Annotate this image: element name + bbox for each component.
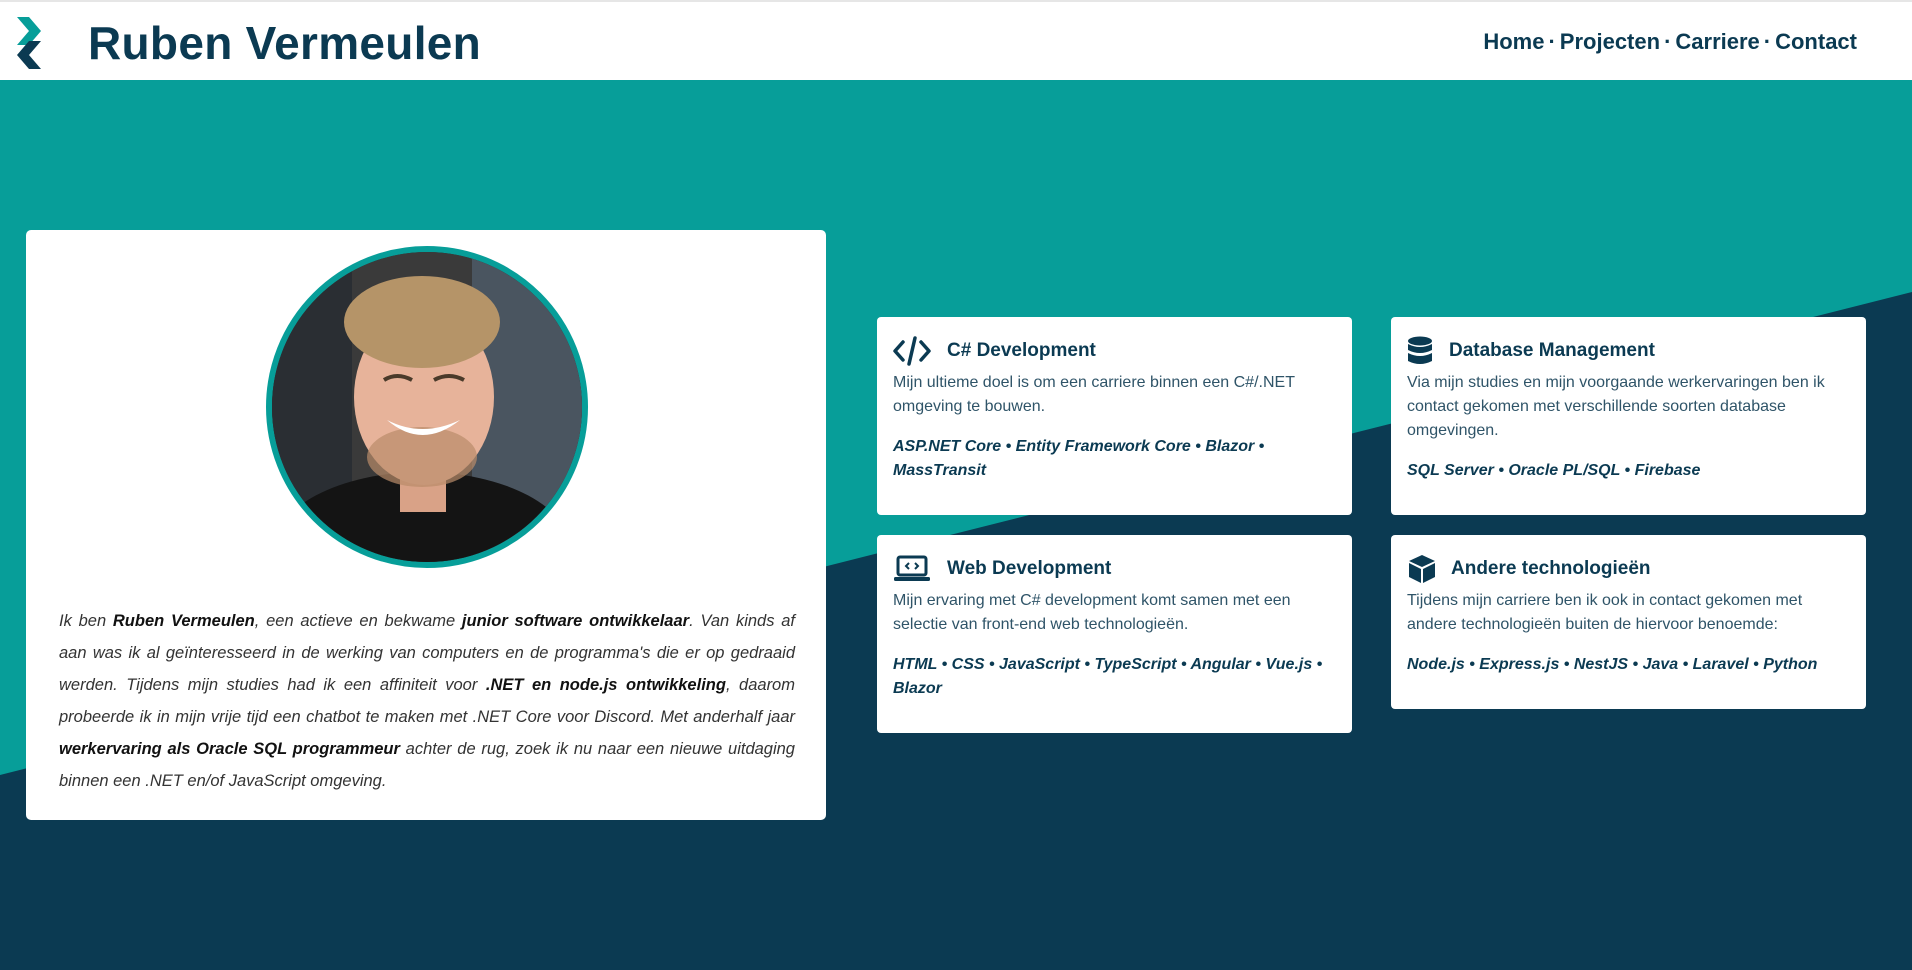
cube-icon: [1407, 553, 1437, 585]
about-segment: , een actieve en bekwame: [254, 612, 462, 630]
about-text: Ik ben Ruben Vermeulen, een actieve en b…: [59, 605, 795, 797]
skill-description: Mijn ultieme doel is om een carriere bin…: [893, 374, 1295, 415]
profile-photo-image: [272, 252, 582, 562]
laptop-code-icon: [893, 553, 933, 585]
skill-title: Database Management: [1449, 340, 1655, 361]
skill-description: Via mijn studies en mijn voorgaande werk…: [1407, 374, 1825, 439]
about-highlight: Ruben Vermeulen: [112, 612, 255, 630]
nav-carriere[interactable]: Carriere: [1675, 29, 1759, 54]
site-title[interactable]: Ruben Vermeulen: [88, 16, 481, 70]
about-highlight: werkervaring als Oracle SQL programmeur: [59, 740, 400, 758]
skill-technologies: SQL Server • Oracle PL/SQL • Firebase: [1407, 462, 1701, 479]
site-header: Ruben Vermeulen Home · Projecten · Carriere ·…: [0, 0, 1912, 80]
logo-icon[interactable]: [15, 17, 53, 69]
main-nav: Home · Projecten · Carriere · Contact: [1483, 29, 1857, 55]
skill-description: Mijn ervaring met C# development komt sa…: [893, 592, 1291, 633]
skill-technologies: Node.js • Express.js • NestJS • Java • L…: [1407, 656, 1818, 673]
about-segment: Ik ben: [59, 612, 113, 630]
nav-separator: ·: [1548, 29, 1556, 54]
about-card: Ik ben Ruben Vermeulen, een actieve en b…: [26, 230, 826, 820]
skill-technologies: HTML • CSS • JavaScript • TypeScript • A…: [893, 656, 1323, 697]
skill-card-other: Andere technologieën Tijdens mijn carrie…: [1391, 535, 1866, 709]
about-highlight: .NET en node.js ontwikkeling: [485, 676, 726, 694]
nav-contact[interactable]: Contact: [1775, 29, 1857, 54]
skill-card-web: Web Development Mijn ervaring met C# dev…: [877, 535, 1352, 733]
skill-card-database: Database Management Via mijn studies en …: [1391, 317, 1866, 515]
skill-technologies: ASP.NET Core • Entity Framework Core • B…: [893, 438, 1265, 479]
skill-card-csharp: C# Development Mijn ultieme doel is om e…: [877, 317, 1352, 515]
nav-separator: ·: [1664, 29, 1672, 54]
nav-projecten[interactable]: Projecten: [1560, 29, 1660, 54]
nav-separator: ·: [1763, 29, 1772, 54]
skill-description: Tijdens mijn carriere ben ik ook in cont…: [1407, 592, 1803, 633]
skill-title: Andere technologieën: [1451, 558, 1651, 579]
database-icon: [1407, 335, 1435, 367]
code-icon: [893, 335, 933, 367]
about-highlight: junior software ontwikkelaar: [461, 612, 690, 630]
skill-title: Web Development: [947, 558, 1112, 579]
profile-photo: [266, 246, 588, 568]
skill-title: C# Development: [947, 340, 1096, 361]
nav-home[interactable]: Home: [1483, 29, 1544, 54]
